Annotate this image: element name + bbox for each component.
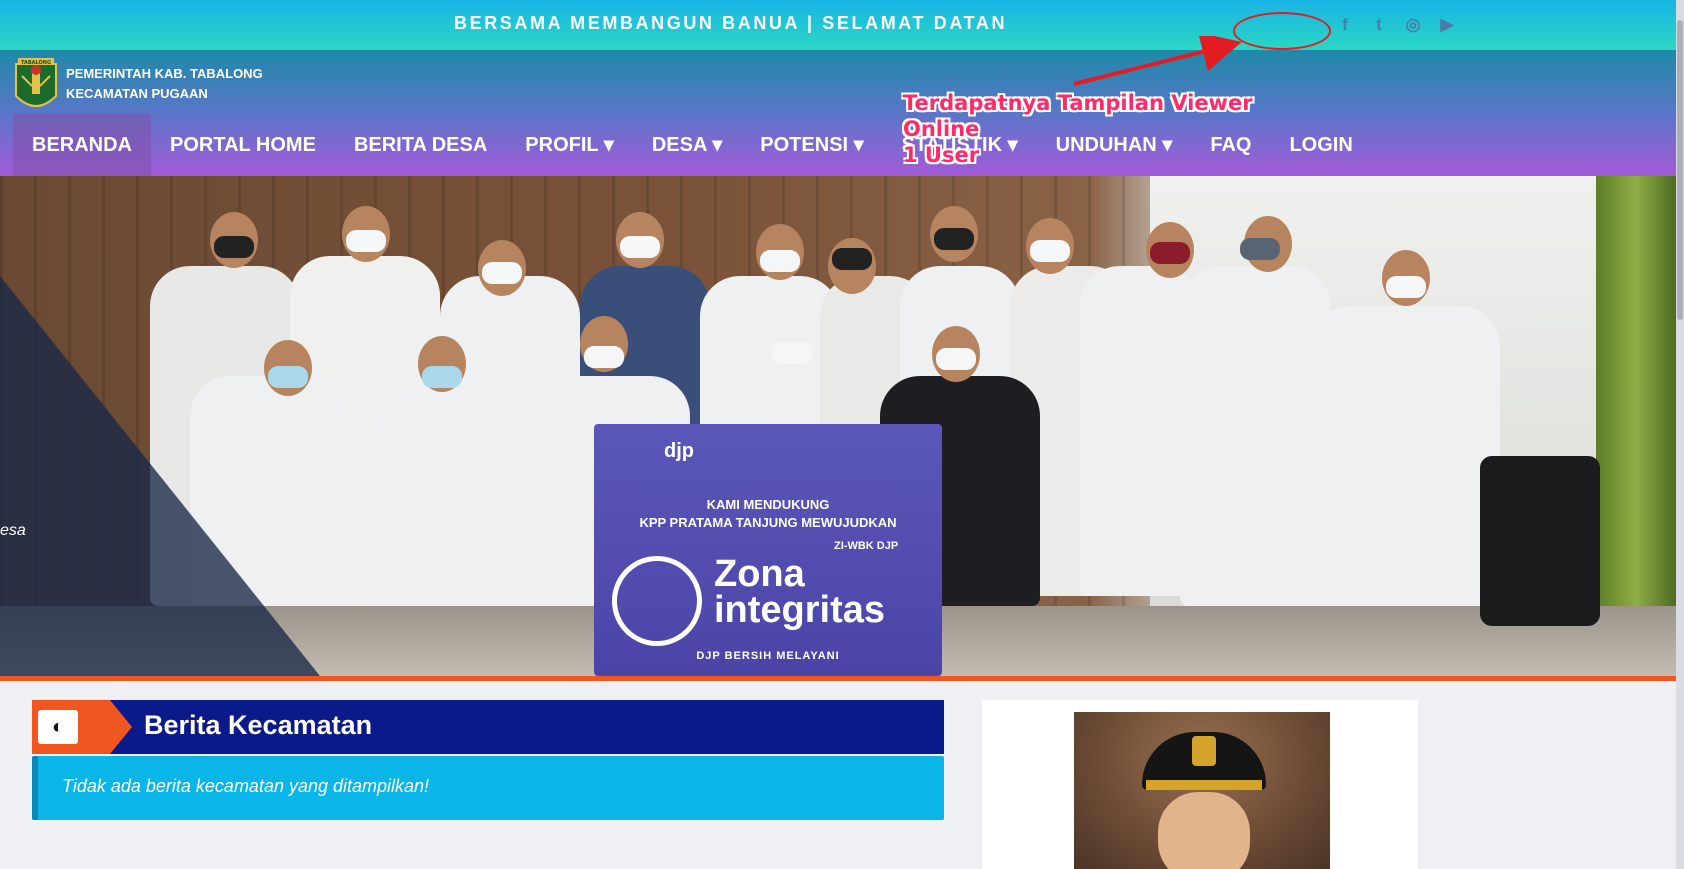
facebook-icon[interactable]: f bbox=[1336, 15, 1354, 35]
zona-integritas-banner: djp KAMI MENDUKUNG KPP PRATAMA TANJUNG M… bbox=[594, 424, 942, 676]
face-mask bbox=[346, 230, 386, 252]
green-curtain bbox=[1596, 176, 1676, 676]
face-mask bbox=[482, 262, 522, 284]
nav-berita-desa[interactable]: BERITA DESA bbox=[335, 114, 506, 176]
news-empty-alert: Tidak ada berita kecamatan yang ditampil… bbox=[32, 756, 944, 820]
nav-profil[interactable]: PROFIL ▾ bbox=[506, 114, 633, 176]
banner-footer: DJP BERSIH MELAYANI bbox=[696, 650, 840, 662]
shield-icon bbox=[612, 556, 702, 646]
face-mask bbox=[214, 236, 254, 258]
face-mask bbox=[268, 366, 308, 388]
page-scrollbar[interactable] bbox=[1676, 0, 1684, 869]
nav-potensi[interactable]: POTENSI ▾ bbox=[741, 114, 882, 176]
official-photo[interactable] bbox=[1074, 712, 1330, 869]
slide-caption: esa bbox=[0, 522, 26, 539]
banner-brand: djp bbox=[664, 440, 694, 462]
annotation-arrow-icon bbox=[1073, 36, 1242, 86]
nav-desa[interactable]: DESA ▾ bbox=[633, 114, 741, 176]
face-mask bbox=[934, 228, 974, 250]
nav-login[interactable]: LOGIN bbox=[1270, 114, 1371, 176]
top-bar: BERSAMA MEMBANGUN BANUA | SELAMAT DATAN … bbox=[0, 0, 1684, 50]
news-title: Berita Kecamatan bbox=[144, 710, 373, 740]
tabalong-logo[interactable]: TABALONG bbox=[12, 56, 60, 116]
welcome-marquee: BERSAMA MEMBANGUN BANUA | SELAMAT DATAN bbox=[454, 13, 1008, 33]
face-mask bbox=[832, 248, 872, 270]
news-header: ◐ Berita Kecamatan bbox=[32, 700, 944, 754]
news-icon-box: ◐ bbox=[32, 700, 132, 754]
org-line-2: KECAMATAN PUGAAN bbox=[66, 86, 208, 101]
banner-line-1: KAMI MENDUKUNG bbox=[706, 497, 830, 512]
face-mask bbox=[584, 346, 624, 368]
face-mask bbox=[1150, 242, 1190, 264]
scrollbar-thumb[interactable] bbox=[1677, 20, 1683, 320]
youtube-icon[interactable]: ▶ bbox=[1438, 15, 1456, 35]
globe-icon: ◐ bbox=[38, 710, 78, 744]
face-mask bbox=[1030, 240, 1070, 262]
person bbox=[1310, 306, 1500, 606]
instagram-icon[interactable]: ◎ bbox=[1404, 15, 1422, 35]
banner-zona: Zona integritas bbox=[714, 553, 886, 631]
banner-zona-1: Zona bbox=[714, 553, 805, 595]
annotation-text: Terdapatnya Tampilan Viewer Online 1 Use… bbox=[903, 90, 1253, 168]
social-links: f t ◎ ▶ bbox=[1336, 15, 1456, 35]
person bbox=[370, 386, 520, 606]
face-mask bbox=[772, 342, 812, 364]
banner-tag: ZI-WBK DJP bbox=[834, 540, 899, 552]
person bbox=[1180, 266, 1330, 606]
nav-beranda[interactable]: BERANDA bbox=[13, 114, 151, 176]
face-mask bbox=[1240, 238, 1280, 260]
cap-band bbox=[1146, 780, 1262, 790]
news-empty-message: Tidak ada berita kecamatan yang ditampil… bbox=[62, 776, 430, 796]
twitter-icon[interactable]: t bbox=[1370, 15, 1388, 35]
banner-zona-2: integritas bbox=[714, 589, 886, 631]
official-face bbox=[1158, 792, 1250, 869]
face-mask bbox=[422, 366, 462, 388]
annotation-line-2: Online bbox=[903, 117, 980, 141]
face-mask bbox=[760, 250, 800, 272]
hero-slider[interactable]: djp KAMI MENDUKUNG KPP PRATAMA TANJUNG M… bbox=[0, 176, 1676, 676]
org-line-1: PEMERINTAH KAB. TABALONG bbox=[66, 66, 263, 81]
banner-headline: KAMI MENDUKUNG KPP PRATAMA TANJUNG MEWUJ… bbox=[594, 496, 942, 532]
banner-line-2: KPP PRATAMA TANJUNG MEWUJUDKAN bbox=[639, 515, 897, 530]
speaker bbox=[1480, 456, 1600, 626]
face-mask bbox=[1386, 276, 1426, 298]
annotation-line-1: Terdapatnya Tampilan Viewer bbox=[903, 91, 1253, 115]
face-mask bbox=[620, 236, 660, 258]
garuda-emblem-icon bbox=[1192, 736, 1216, 766]
official-profile-card bbox=[982, 700, 1418, 869]
annotation-line-3: 1 User bbox=[903, 143, 980, 167]
nav-portal-home[interactable]: PORTAL HOME bbox=[151, 114, 335, 176]
site-header: TABALONG PEMERINTAH KAB. TABALONG KECAMA… bbox=[0, 50, 1676, 176]
face-mask bbox=[936, 348, 976, 370]
org-name: PEMERINTAH KAB. TABALONG KECAMATAN PUGAA… bbox=[66, 64, 263, 104]
hero-divider bbox=[0, 676, 1676, 681]
